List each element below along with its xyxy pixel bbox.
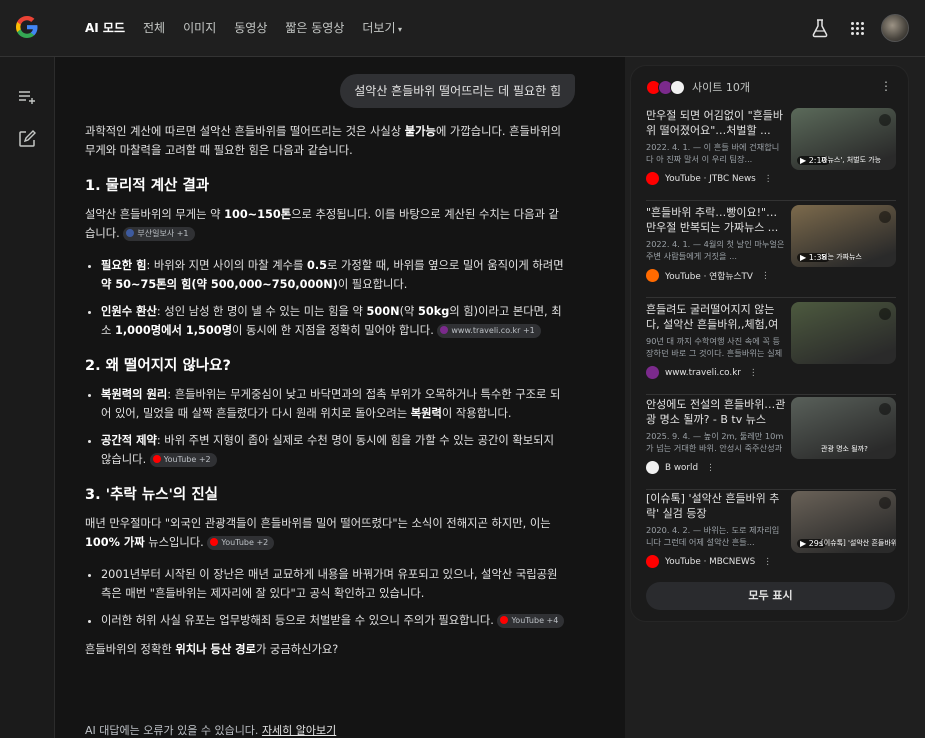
list-item: 공간적 제약: 바위 주변 지형이 좁아 실제로 수천 명이 동시에 힘을 가할… (101, 432, 567, 469)
section-3-paragraph: 매년 만우절마다 "외국인 관광객들이 흔들바위를 밀어 떨어뜨렸다"는 소식이… (85, 517, 551, 550)
bworld-favicon-icon (670, 79, 685, 95)
source-thumbnail[interactable]: ▶ 29s[이슈톡] '설악산 흔들바위 추락' 실검 등장 (791, 491, 896, 553)
thumbnail-overlay-icon (879, 114, 891, 126)
google-apps-icon[interactable] (851, 22, 865, 36)
more-options-icon[interactable]: ⋮ (880, 79, 892, 93)
section-heading-1: 1. 물리적 계산 결과 (85, 178, 210, 194)
source-site[interactable]: YouTube · 연합뉴스TV ⋮ (646, 269, 770, 282)
answer-intro: 과학적인 계산에 따르면 설악산 흔들바위를 떨어뜨리는 것은 사실상 불가능에… (85, 125, 562, 157)
source-thumbnail[interactable]: 관광 명소 될까? (791, 397, 896, 459)
google-logo[interactable] (14, 14, 40, 40)
source-card[interactable]: 흔들려도 굴러떨어지지 않는다, 설악산 흔들바위,,체험,여행기사,트래블아이… (646, 302, 896, 395)
source-thumbnail[interactable]: ▶ 1:38 되는 가짜뉴스 (791, 205, 896, 267)
list-item: 2001년부터 시작된 이 장난은 매년 교묘하게 내용을 바꿔가며 유포되고 … (101, 566, 567, 603)
tab-short-videos[interactable]: 짧은 동영상 (285, 19, 344, 36)
answer-closing: 흔들바위의 정확한 위치나 등산 경로가 궁금하신가요? (85, 642, 339, 656)
list-item: 필요한 힘: 바위와 지면 사이의 마찰 계수를 0.5로 가정할 때, 바위를… (101, 257, 567, 294)
source-card[interactable]: 안성에도 전설의 흔들바위…관광 명소 될까? - B tv 뉴스 2025. 9… (646, 397, 896, 490)
source-card[interactable]: "흔들바위 추락…빵이요!"…만우절 반복되는 가짜뉴스 ... 2022. 4.… (646, 205, 896, 298)
source-snippet: 2025. 9. 4. — 높이 2m, 둘레만 10m가 넘는 거대한 바위.… (646, 431, 784, 453)
tab-ai-mode[interactable]: AI 모드 (85, 19, 125, 36)
site-favicon-icon (646, 172, 659, 185)
section-heading-2: 2. 왜 떨어지지 않나요? (85, 358, 231, 374)
tab-videos[interactable]: 동영상 (234, 19, 267, 36)
top-right-controls (805, 14, 925, 44)
tab-images[interactable]: 이미지 (183, 19, 216, 36)
learn-more-link[interactable]: 자세히 알아보기 (262, 724, 336, 737)
ai-disclaimer: AI 대답에는 오류가 있을 수 있습니다. 자세히 알아보기 (85, 724, 337, 737)
thumbnail-overlay-icon (879, 211, 891, 223)
sources-count: 사이트 10개 (692, 81, 750, 94)
citation-chip[interactable]: YouTube +2 (149, 452, 217, 467)
thumbnail-caption: 관광 명소 될까? (821, 445, 868, 453)
list-item: 복원력의 원리: 흔들바위는 무게중심이 낮고 바닥면과의 접촉 부위가 오목하… (101, 386, 567, 423)
source-title[interactable]: 안성에도 전설의 흔들바위…관광 명소 될까? - B tv 뉴스 (646, 397, 786, 427)
source-title[interactable]: [이슈톡] '설악산 흔들바위 추락' 실검 등장 (2020.04.02/..… (646, 491, 786, 521)
section-1-list: 필요한 힘: 바위와 지면 사이의 마찰 계수를 0.5로 가정할 때, 바위를… (85, 257, 567, 340)
google-g-icon (16, 16, 38, 38)
source-site[interactable]: YouTube · MBCNEWS ⋮ (646, 555, 772, 568)
source-thumbnail[interactable]: ▶ 2:10 짜뉴스', 처벌도 가능 (791, 108, 896, 170)
section-3-list: 2001년부터 시작된 이 장난은 매년 교묘하게 내용을 바꿔가며 유포되고 … (85, 566, 567, 631)
site-favicon-icon (646, 366, 659, 379)
source-title[interactable]: 만우절 되면 어김없이 "흔들바위 떨어졌어요"…처벌할 ... (646, 108, 786, 138)
section-heading-3: 3. '추락 뉴스'의 진실 (85, 487, 218, 503)
source-snippet: 90년 대 까지 수학여행 사진 속에 꼭 등장하던 바로 그 것이다. 흔들바… (646, 336, 783, 358)
account-avatar[interactable] (881, 14, 909, 42)
source-site[interactable]: www.traveli.co.kr ⋮ (646, 366, 758, 379)
source-card[interactable]: 만우절 되면 어김없이 "흔들바위 떨어졌어요"…처벌할 ... 2022. 4.… (646, 108, 896, 201)
thumbnail-caption: 짜뉴스', 처벌도 가능 (821, 156, 882, 164)
more-options-icon[interactable]: ⋮ (749, 368, 758, 378)
source-thumbnail[interactable] (791, 302, 896, 364)
citation-chip[interactable]: 부산일보사 +1 (123, 226, 195, 241)
more-options-icon[interactable]: ⋮ (763, 557, 772, 567)
history-list-icon[interactable] (17, 87, 37, 107)
section-2-list: 복원력의 원리: 흔들바위는 무게중심이 낮고 바닥면과의 접촉 부위가 오목하… (85, 386, 567, 469)
tab-more[interactable]: 더보기 (362, 19, 402, 36)
section-1-paragraph: 설악산 흔들바위의 무게는 약 100~150톤으로 추정됩니다. 이를 바탕으… (85, 208, 559, 241)
source-title[interactable]: "흔들바위 추락…빵이요!"…만우절 반복되는 가짜뉴스 ... (646, 205, 786, 235)
thumbnail-overlay-icon (879, 497, 891, 509)
source-snippet: 2020. 4. 2. — 바위는. 도로 제자리입니다 그런데 어제 설악산 … (646, 525, 780, 547)
search-tabs: AI 모드 전체 이미지 동영상 짧은 동영상 더보기 (85, 19, 420, 36)
list-item: 이러한 허위 사실 유포는 업무방해죄 등으로 처벌받을 수 있으니 주의가 필… (101, 612, 567, 631)
tab-all[interactable]: 전체 (143, 19, 165, 36)
sources-header: 사이트 10개 (646, 79, 750, 95)
source-card[interactable]: [이슈톡] '설악산 흔들바위 추락' 실검 등장 (2020.04.02/..… (646, 491, 896, 584)
thumbnail-caption: 되는 가짜뉴스 (821, 253, 862, 261)
site-favicon-icon (646, 461, 659, 474)
more-options-icon[interactable]: ⋮ (761, 271, 770, 281)
list-item: 인원수 환산: 성인 남성 한 명이 낼 수 있는 미는 힘을 약 500N(약… (101, 303, 567, 340)
new-chat-edit-icon[interactable] (17, 129, 37, 149)
citation-chip[interactable]: YouTube +2 (207, 535, 275, 550)
source-site[interactable]: YouTube · JTBC News ⋮ (646, 172, 773, 185)
sources-panel: 사이트 10개 ⋮ 만우절 되면 어김없이 "흔들바위 떨어졌어요"…처벌할 .… (630, 65, 909, 622)
thumbnail-caption: [이슈톡] '설악산 흔들바위 추락' 실검 등장 (821, 539, 896, 547)
ai-answer-area: 설악산 흔들바위 떨어뜨리는 데 필요한 힘 과학적인 계산에 따르면 설악산 … (55, 57, 625, 738)
labs-flask-icon[interactable] (811, 18, 829, 38)
top-bar: AI 모드 전체 이미지 동영상 짧은 동영상 더보기 (0, 0, 925, 57)
source-snippet: 2022. 4. 1. — 4월의 첫 날인 마누얼은 주변 사람들에게 거짓을… (646, 239, 785, 261)
thumbnail-overlay-icon (879, 308, 891, 320)
site-favicon-icon (646, 269, 659, 282)
more-options-icon[interactable]: ⋮ (764, 174, 773, 184)
source-snippet: 2022. 4. 1. — 이 흔들 바에 건재합니다 아 진짜 말서 이 우리… (646, 142, 780, 164)
source-site[interactable]: B world ⋮ (646, 461, 715, 474)
left-rail (0, 57, 55, 738)
site-favicon-icon (646, 555, 659, 568)
source-title[interactable]: 흔들려도 굴러떨어지지 않는다, 설악산 흔들바위,,체험,여행기사,트래블아이 (646, 302, 786, 332)
citation-chip[interactable]: www.traveli.co.kr +1 (437, 323, 541, 338)
citation-chip[interactable]: YouTube +4 (497, 614, 565, 628)
user-query-bubble: 설악산 흔들바위 떨어뜨리는 데 필요한 힘 (340, 74, 575, 108)
thumbnail-overlay-icon (879, 403, 891, 415)
ai-answer: 과학적인 계산에 따르면 설악산 흔들바위를 떨어뜨리는 것은 사실상 불가능에… (85, 123, 567, 673)
show-all-button[interactable]: 모두 표시 (646, 582, 895, 610)
more-options-icon[interactable]: ⋮ (706, 463, 715, 473)
